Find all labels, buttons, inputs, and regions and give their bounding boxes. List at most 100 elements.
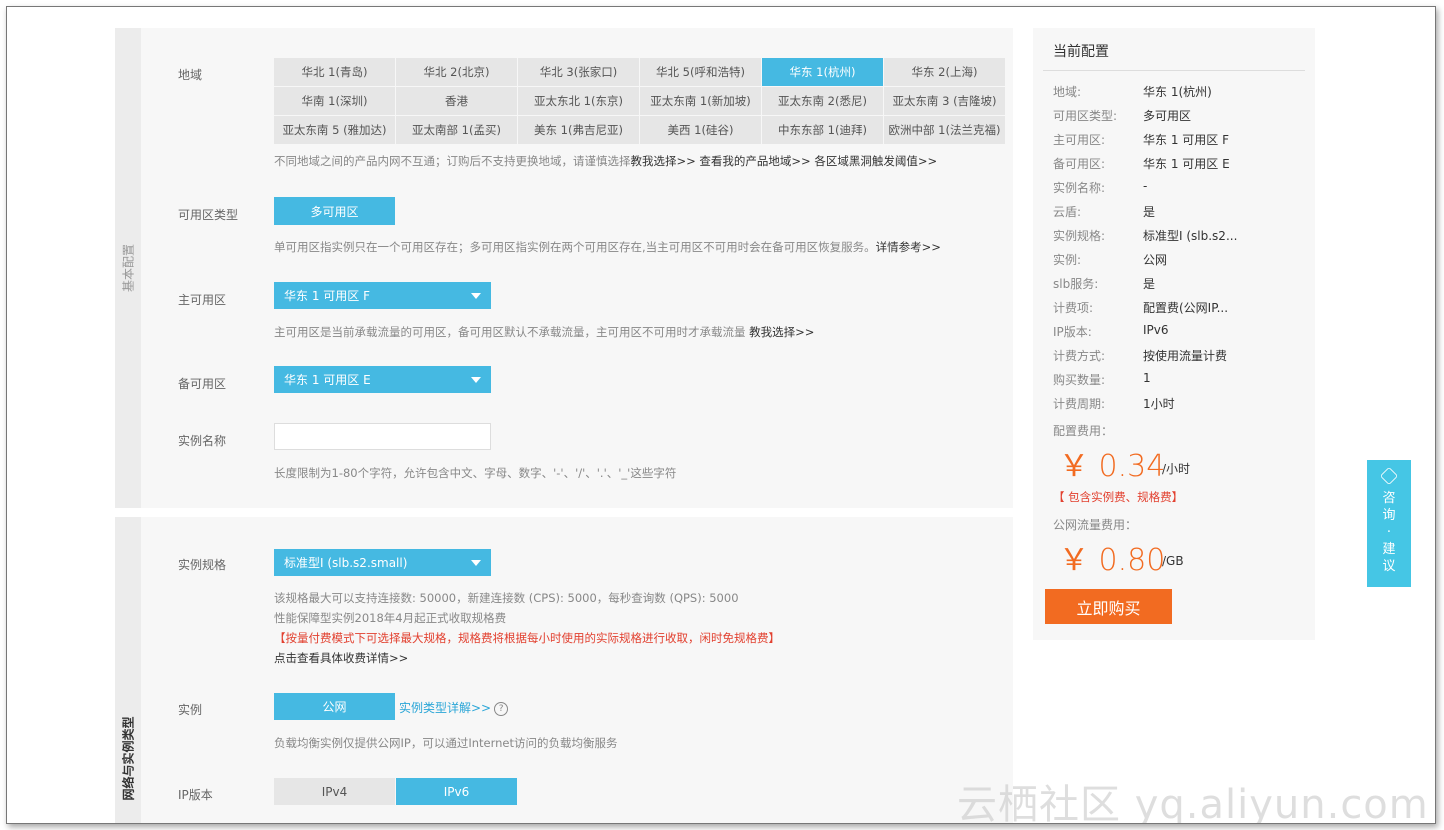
instance-name-input[interactable] [274,423,491,450]
region-option[interactable]: 欧洲中部 1(法兰克福) [884,116,1005,144]
summary-row: 备可用区: 华东 1 可用区 E [1053,155,1313,173]
section-label-basic: 基本配置 [115,28,141,508]
summary-row: 地域: 华东 1(杭州) [1053,83,1313,101]
summary-key: 计费周期: [1053,397,1106,411]
section-label-network: 网络与实例类型 [115,517,141,823]
config-fee-label: 配置费用： [1053,424,1114,438]
instance-type-detail-link[interactable]: 实例类型详解>> [399,701,491,715]
summary-row: 计费项: 配置费(公网IP... [1053,299,1313,317]
region-option[interactable]: 亚太东南 1(新加坡) [640,87,761,115]
summary-key: 实例: [1053,253,1082,267]
summary-key: 购买数量: [1053,373,1106,387]
summary-value: 是 [1143,277,1156,291]
region-option[interactable]: 亚太东北 1(东京) [518,87,639,115]
panel-title: 当前配置 [1053,44,1109,60]
region-hint-links[interactable]: 教我选择>> 查看我的产品地域>> 各区域黑洞触发阈值>> [631,154,938,168]
region-option[interactable]: 华北 2(北京) [396,58,517,86]
region-hint-text: 不同地域之间的产品内网不互通；订购后不支持更换地域，请谨慎选择 [274,154,631,168]
region-option[interactable]: 香港 [396,87,517,115]
region-option[interactable]: 亚太南部 1(孟买) [396,116,517,144]
spec-hint-warning: 【按量付费模式下可选择最大规格，规格费将根据每小时使用的实际规格进行收取，闲时免… [274,631,780,645]
summary-row: 购买数量: 1 [1053,371,1313,389]
help-icon[interactable]: ? [494,701,509,716]
backup-zone-select[interactable]: 华东 1 可用区 E [274,366,491,393]
summary-value: 是 [1143,205,1156,219]
primary-zone-hint: 主可用区是当前承载流量的可用区，备可用区默认不承载流量，主可用区不可用时才承载流… [274,324,814,340]
spec-value: 标准型I (slb.s2.small) [284,556,408,570]
summary-value: 1小时 [1143,397,1175,411]
summary-row: 实例: 公网 [1053,251,1313,269]
instance-public-button[interactable]: 公网 [274,693,395,720]
summary-row: IP版本: IPv6 [1053,323,1313,341]
instance-label: 实例 [178,703,203,717]
summary-key: 备可用区: [1053,157,1106,171]
summary-value: 1 [1143,371,1151,385]
instance-type-detail: 实例类型详解>>? [399,699,509,716]
primary-zone-label: 主可用区 [178,293,227,307]
basic-config-section: 基本配置 地域 华北 1(青岛) 华北 2(北京) 华北 3(张家口) 华北 5(呼和… [115,28,1013,508]
summary-value: 华东 1 可用区 F [1143,133,1229,147]
summary-key: IP版本: [1053,325,1092,339]
summary-row: 计费方式: 按使用流量计费 [1053,347,1313,365]
consult-suggest-button[interactable]: 咨询 · 建议 [1367,460,1411,587]
ip-version-label: IP版本 [178,788,213,802]
region-option[interactable]: 美东 1(弗吉尼亚) [518,116,639,144]
region-option[interactable]: 华东 2(上海) [884,58,1005,86]
summary-key: slb服务: [1053,277,1099,291]
spec-fee-details-link[interactable]: 点击查看具体收费详情>> [274,650,408,666]
network-section: 网络与实例类型 实例规格 标准型I (slb.s2.small) 该规格最大可以… [115,517,1013,823]
region-option[interactable]: 华北 5(呼和浩特) [640,58,761,86]
zone-type-hint-link[interactable]: 详情参考>> [876,240,941,254]
region-option[interactable]: 亚太东南 2(悉尼) [762,87,883,115]
summary-key: 云盾: [1053,205,1082,219]
region-option[interactable]: 亚太东南 3 (吉隆坡) [884,87,1005,115]
region-option[interactable]: 华北 3(张家口) [518,58,639,86]
summary-value: 多可用区 [1143,109,1192,123]
summary-key: 实例名称: [1053,181,1106,195]
region-option[interactable]: 华南 1(深圳) [274,87,395,115]
summary-row: 云盾: 是 [1053,203,1313,221]
summary-value: - [1143,179,1148,193]
section-label-text: 网络与实例类型 [121,716,136,801]
summary-value: 标准型I (slb.s2... [1143,229,1238,243]
zone-type-hint-text: 单可用区指实例只在一个可用区存在；多可用区指实例在两个可用区存在,当主可用区不可… [274,240,876,254]
region-option[interactable]: 亚太东南 5 (雅加达) [274,116,395,144]
backup-zone-label: 备可用区 [178,377,227,391]
traffic-fee-price: ￥ 0.80 [1059,543,1166,578]
spec-select[interactable]: 标准型I (slb.s2.small) [274,549,491,576]
summary-row: slb服务: 是 [1053,275,1313,293]
instance-name-label: 实例名称 [178,434,227,448]
region-hint: 不同地域之间的产品内网不互通；订购后不支持更换地域，请谨慎选择教我选择>> 查看… [274,153,937,169]
summary-key: 地域: [1053,85,1082,99]
buy-now-button[interactable]: 立即购买 [1045,589,1172,624]
summary-row: 计费周期: 1小时 [1053,395,1313,413]
summary-key: 实例规格: [1053,229,1106,243]
summary-value: 华东 1(杭州) [1143,85,1212,99]
region-option[interactable]: 中东东部 1(迪拜) [762,116,883,144]
region-option[interactable]: 华北 1(青岛) [274,58,395,86]
summary-value: 公网 [1143,253,1168,267]
region-option-selected[interactable]: 华东 1(杭州) [762,58,883,86]
spec-label: 实例规格 [178,558,227,572]
region-option[interactable]: 美西 1(硅谷) [640,116,761,144]
config-fee-unit: /小时 [1162,462,1191,476]
chevron-down-icon [471,377,481,383]
backup-zone-value: 华东 1 可用区 E [284,373,371,387]
consult-label: 咨询 · 建议 [1382,491,1396,574]
page-frame: 基本配置 地域 华北 1(青岛) 华北 2(北京) 华北 3(张家口) 华北 5(呼和… [6,6,1436,824]
traffic-fee-label: 公网流量费用： [1053,518,1138,532]
zone-type-label: 可用区类型 [178,208,239,222]
spec-hint-2: 性能保障型实例2018年4月起正式收取规格费 [274,611,507,625]
ip-version-option-selected[interactable]: IPv6 [396,778,517,805]
config-fee-note: 【 包含实例费、规格费】 [1053,490,1184,504]
spec-hint-1: 该规格最大可以支持连接数: 50000，新建连接数 (CPS): 5000，每秒… [274,591,739,605]
zone-type-multi-button[interactable]: 多可用区 [274,197,395,225]
ip-version-option[interactable]: IPv4 [274,778,395,805]
primary-zone-hint-link[interactable]: 教我选择>> [749,325,814,339]
summary-row: 主可用区: 华东 1 可用区 F [1053,131,1313,149]
region-grid: 华北 1(青岛) 华北 2(北京) 华北 3(张家口) 华北 5(呼和浩特) 华东 1(… [274,58,1006,144]
current-config-panel: 当前配置 地域: 华东 1(杭州) 可用区类型: 多可用区 主可用区: 华东 1 可用区 … [1033,28,1315,640]
primary-zone-select[interactable]: 华东 1 可用区 F [274,282,491,309]
summary-value: 配置费(公网IP... [1143,301,1229,315]
primary-zone-value: 华东 1 可用区 F [284,289,370,303]
